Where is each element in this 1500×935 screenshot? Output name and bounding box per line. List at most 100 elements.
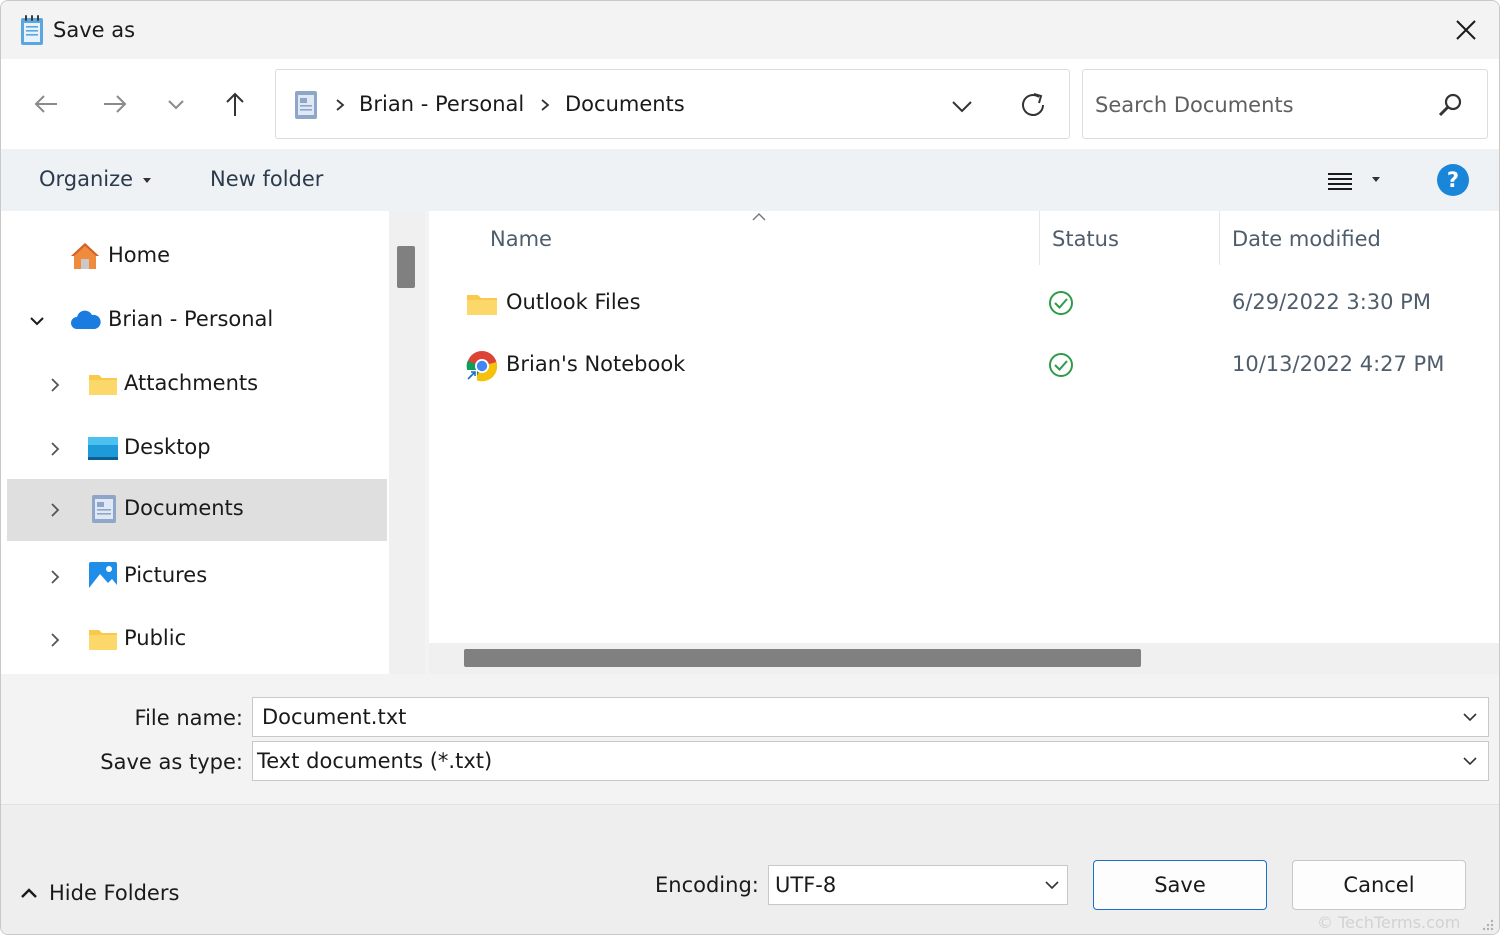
chevron-right-icon bbox=[333, 95, 347, 115]
encoding-select[interactable]: UTF-8 bbox=[768, 865, 1068, 905]
resize-grip-icon[interactable] bbox=[1479, 917, 1495, 933]
watermark: © TechTerms.com bbox=[1317, 913, 1460, 932]
up-button[interactable] bbox=[218, 87, 252, 121]
sidebar-item-label: Brian - Personal bbox=[108, 307, 273, 331]
navigation-bar: Brian - Personal Documents Search Docume… bbox=[1, 59, 1500, 149]
folder-icon bbox=[87, 624, 119, 654]
documents-icon bbox=[89, 494, 121, 524]
sidebar-item-label: Public bbox=[124, 626, 186, 650]
chevron-right-icon bbox=[538, 95, 552, 115]
save-as-type-label: Save as type: bbox=[100, 750, 243, 774]
new-folder-button[interactable]: New folder bbox=[210, 167, 323, 191]
folder-icon bbox=[465, 287, 499, 321]
sidebar-item-label: Desktop bbox=[124, 435, 211, 459]
save-button[interactable]: Save bbox=[1093, 860, 1267, 910]
folder-icon bbox=[87, 369, 119, 399]
file-name: Brian's Notebook bbox=[506, 352, 685, 376]
title-bar: Save as bbox=[1, 1, 1500, 59]
chevron-down-icon bbox=[166, 94, 186, 114]
file-row[interactable]: Brian's Notebook 10/13/2022 4:27 PM bbox=[459, 339, 1489, 395]
refresh-icon[interactable] bbox=[1018, 90, 1048, 120]
chevron-down-icon[interactable] bbox=[29, 312, 45, 330]
onedrive-cloud-icon bbox=[69, 305, 101, 335]
synced-check-icon bbox=[1047, 289, 1075, 317]
file-name: Outlook Files bbox=[506, 290, 641, 314]
forward-button[interactable] bbox=[98, 87, 132, 121]
file-options-area: File name: Document.txt Save as type: Te… bbox=[1, 674, 1500, 804]
chrome-shortcut-icon bbox=[465, 349, 499, 383]
arrow-right-icon bbox=[102, 91, 128, 117]
arrow-left-icon bbox=[33, 91, 59, 117]
sidebar-item-public[interactable]: Public bbox=[7, 609, 387, 671]
notepad-app-icon bbox=[19, 14, 45, 46]
sidebar-item-home[interactable]: Home bbox=[7, 226, 387, 288]
file-name-field[interactable]: Document.txt bbox=[252, 697, 1489, 737]
chevron-down-icon[interactable] bbox=[1043, 876, 1061, 894]
sidebar-item-desktop[interactable]: Desktop bbox=[7, 418, 387, 480]
recent-locations-button[interactable] bbox=[159, 87, 193, 121]
list-view-icon bbox=[1326, 167, 1390, 195]
chevron-right-icon[interactable] bbox=[47, 376, 63, 394]
search-input[interactable]: Search Documents bbox=[1082, 69, 1488, 139]
chevron-right-icon[interactable] bbox=[47, 568, 63, 586]
organize-button[interactable]: Organize bbox=[39, 167, 133, 191]
sidebar-scrollbar-thumb[interactable] bbox=[397, 246, 415, 288]
address-bar[interactable]: Brian - Personal Documents bbox=[275, 69, 1070, 139]
address-history-dropdown[interactable] bbox=[948, 92, 976, 120]
encoding-label: Encoding: bbox=[655, 873, 759, 897]
cancel-button[interactable]: Cancel bbox=[1292, 860, 1466, 910]
desktop-icon bbox=[87, 433, 119, 463]
file-row[interactable]: Outlook Files 6/29/2022 3:30 PM bbox=[459, 277, 1489, 333]
documents-icon bbox=[294, 90, 318, 120]
filelist-horizontal-scrollbar-thumb[interactable] bbox=[464, 649, 1141, 667]
chevron-down-icon[interactable] bbox=[1461, 752, 1479, 770]
search-placeholder: Search Documents bbox=[1095, 93, 1294, 117]
column-header-status[interactable]: Status bbox=[1052, 227, 1119, 251]
dialog-footer: Hide Folders Encoding: UTF-8 Save Cancel… bbox=[1, 804, 1500, 935]
breadcrumb-documents[interactable]: Documents bbox=[565, 92, 685, 116]
back-button[interactable] bbox=[29, 87, 63, 121]
sidebar-item-label: Documents bbox=[124, 496, 244, 520]
hide-folders-label: Hide Folders bbox=[49, 881, 179, 905]
file-date-modified: 6/29/2022 3:30 PM bbox=[1232, 290, 1431, 314]
chevron-up-icon bbox=[19, 885, 39, 901]
sidebar-item-brian-personal[interactable]: Brian - Personal bbox=[7, 290, 387, 352]
sidebar-item-label: Pictures bbox=[124, 563, 207, 587]
sidebar-item-label: Attachments bbox=[124, 371, 258, 395]
save-as-type-select[interactable]: Text documents (*.txt) bbox=[252, 741, 1489, 781]
chevron-right-icon[interactable] bbox=[47, 440, 63, 458]
column-header-name[interactable]: Name bbox=[490, 227, 552, 251]
hide-folders-button[interactable]: Hide Folders bbox=[19, 879, 199, 909]
command-bar: Organize New folder bbox=[1, 149, 1500, 211]
help-button[interactable]: ? bbox=[1437, 164, 1469, 196]
file-list: Name Status Date modified Outlook Files … bbox=[429, 211, 1500, 643]
view-options-button[interactable] bbox=[1326, 167, 1390, 195]
pictures-icon bbox=[87, 561, 119, 591]
file-name-label: File name: bbox=[135, 706, 243, 730]
column-divider[interactable] bbox=[1039, 211, 1040, 265]
file-date-modified: 10/13/2022 4:27 PM bbox=[1232, 352, 1444, 376]
sidebar-item-attachments[interactable]: Attachments bbox=[7, 354, 387, 416]
file-name-value: Document.txt bbox=[262, 705, 406, 729]
chevron-right-icon[interactable] bbox=[47, 631, 63, 649]
navigation-pane: Home Brian - Personal Attachments bbox=[1, 211, 391, 674]
encoding-value: UTF-8 bbox=[775, 873, 836, 897]
close-button[interactable] bbox=[1441, 7, 1491, 53]
save-as-dialog: Save as bbox=[0, 0, 1500, 935]
sidebar-item-label: Home bbox=[108, 243, 170, 267]
breadcrumb-brian-personal[interactable]: Brian - Personal bbox=[359, 92, 524, 116]
chevron-down-icon[interactable] bbox=[1461, 708, 1479, 726]
arrow-up-icon bbox=[222, 91, 248, 117]
home-icon bbox=[69, 241, 101, 271]
sidebar-item-pictures[interactable]: Pictures bbox=[7, 546, 387, 608]
search-icon[interactable] bbox=[1437, 92, 1463, 118]
column-divider[interactable] bbox=[1219, 211, 1220, 265]
sidebar-item-documents[interactable]: Documents bbox=[7, 479, 387, 541]
column-header-date-modified[interactable]: Date modified bbox=[1232, 227, 1381, 251]
close-icon bbox=[1455, 19, 1477, 41]
window-title: Save as bbox=[53, 18, 135, 42]
organize-dropdown-caret bbox=[143, 178, 151, 183]
synced-check-icon bbox=[1047, 351, 1075, 379]
chevron-right-icon[interactable] bbox=[47, 501, 63, 519]
save-as-type-value: Text documents (*.txt) bbox=[257, 749, 492, 773]
